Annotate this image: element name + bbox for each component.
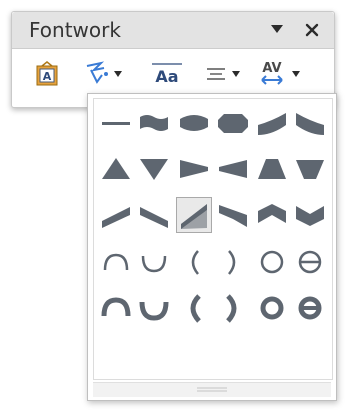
same-letter-heights-button[interactable]: Aa — [151, 60, 183, 90]
triangle-down-icon — [140, 159, 168, 180]
shape-arch-left-pour[interactable] — [176, 290, 212, 326]
character-spacing-icon: AV — [261, 61, 283, 85]
palette-resize-handle[interactable] — [93, 382, 331, 397]
arch-right-curve-icon — [228, 250, 236, 275]
chevron-down-icon[interactable] — [232, 71, 240, 77]
shape-curve-down[interactable] — [254, 105, 290, 141]
shape-circle-curve[interactable] — [254, 244, 290, 280]
shape-plain-text[interactable] — [98, 105, 134, 141]
plain-text-icon — [102, 122, 130, 125]
chevron-down-icon[interactable] — [292, 71, 300, 77]
fontwork-shape-palette — [87, 93, 337, 401]
arch-up-pour-icon — [101, 297, 131, 317]
shape-fade-up-and-left[interactable] — [215, 197, 251, 233]
slant-down-icon — [140, 207, 168, 228]
shape-fade-up-and-right[interactable] — [176, 197, 212, 233]
fade-right-icon — [180, 160, 208, 178]
shape-arch-down-curve[interactable] — [136, 244, 172, 280]
triangle-up-icon — [102, 158, 130, 179]
fade-left-icon — [219, 160, 247, 178]
shape-arch-up-pour[interactable] — [98, 290, 134, 326]
fade-up-and-left-icon — [219, 205, 247, 227]
toolbar-menu-icon[interactable] — [271, 24, 283, 34]
close-icon[interactable] — [305, 23, 319, 37]
shape-fade-right[interactable] — [176, 151, 212, 187]
fade-up-and-right-icon — [181, 204, 207, 229]
toolbar-title: Fontwork — [29, 18, 121, 42]
arch-left-pour-icon — [190, 294, 201, 323]
shape-slant-up[interactable] — [98, 197, 134, 233]
arch-up-curve-icon — [103, 253, 129, 271]
shape-triangle-up[interactable] — [98, 151, 134, 187]
shape-open-circle-curve[interactable] — [292, 244, 328, 280]
background-window-edge — [0, 18, 4, 38]
same-letter-heights-icon: Aa — [152, 63, 182, 86]
shape-chevron-up[interactable] — [254, 197, 290, 233]
stop-icon — [218, 114, 248, 133]
shape-arch-right-curve[interactable] — [215, 244, 251, 280]
fontwork-shape-icon — [86, 61, 108, 84]
alignment-icon — [207, 68, 225, 80]
inflate-icon — [180, 115, 208, 131]
slant-up-icon — [102, 207, 130, 228]
arch-down-pour-icon — [139, 301, 169, 321]
fontwork-gallery-button[interactable]: A — [34, 60, 60, 90]
arch-left-curve-icon — [191, 250, 199, 275]
shape-arch-up-curve[interactable] — [98, 244, 134, 280]
shape-arch-right-pour[interactable] — [215, 290, 251, 326]
fade-up-icon — [258, 159, 286, 179]
chevron-down-icon — [296, 206, 324, 226]
arch-right-pour-icon — [226, 294, 237, 323]
grip-icon — [197, 387, 227, 392]
shape-fade-down[interactable] — [292, 151, 328, 187]
fontwork-gallery-icon: A — [36, 61, 58, 86]
fontwork-shape-button[interactable] — [82, 60, 128, 90]
shape-circle-pour[interactable] — [254, 290, 290, 326]
shape-fade-left[interactable] — [215, 151, 251, 187]
shape-fade-up[interactable] — [254, 151, 290, 187]
open-circle-pour-icon — [298, 296, 322, 320]
circle-curve-icon — [260, 250, 284, 274]
alignment-button[interactable] — [205, 60, 245, 90]
svg-text:Aa: Aa — [155, 67, 178, 86]
character-spacing-button[interactable]: AV — [258, 60, 308, 90]
toolbar-title-bar[interactable]: Fontwork — [12, 12, 334, 49]
circle-pour-icon — [260, 296, 284, 320]
fade-down-icon — [296, 160, 324, 179]
shape-arch-left-curve[interactable] — [176, 244, 212, 280]
curve-down-icon — [258, 113, 286, 135]
svg-text:A: A — [43, 70, 52, 83]
shape-grid — [93, 98, 333, 380]
shape-curve-up[interactable] — [292, 105, 328, 141]
shape-arch-down-pour[interactable] — [136, 290, 172, 326]
shape-inflate[interactable] — [176, 105, 212, 141]
shape-open-circle-pour[interactable] — [292, 290, 328, 326]
arch-down-curve-icon — [141, 255, 167, 273]
chevron-up-icon — [258, 204, 286, 223]
shape-wave[interactable] — [136, 105, 172, 141]
curve-up-icon — [296, 113, 324, 135]
open-circle-curve-icon — [298, 250, 322, 274]
shape-stop[interactable] — [215, 105, 251, 141]
shape-chevron-down[interactable] — [292, 197, 328, 233]
shape-slant-down[interactable] — [136, 197, 172, 233]
chevron-down-icon[interactable] — [114, 71, 122, 77]
wave-icon — [140, 115, 168, 131]
shape-triangle-down[interactable] — [136, 151, 172, 187]
svg-text:AV: AV — [262, 61, 281, 76]
